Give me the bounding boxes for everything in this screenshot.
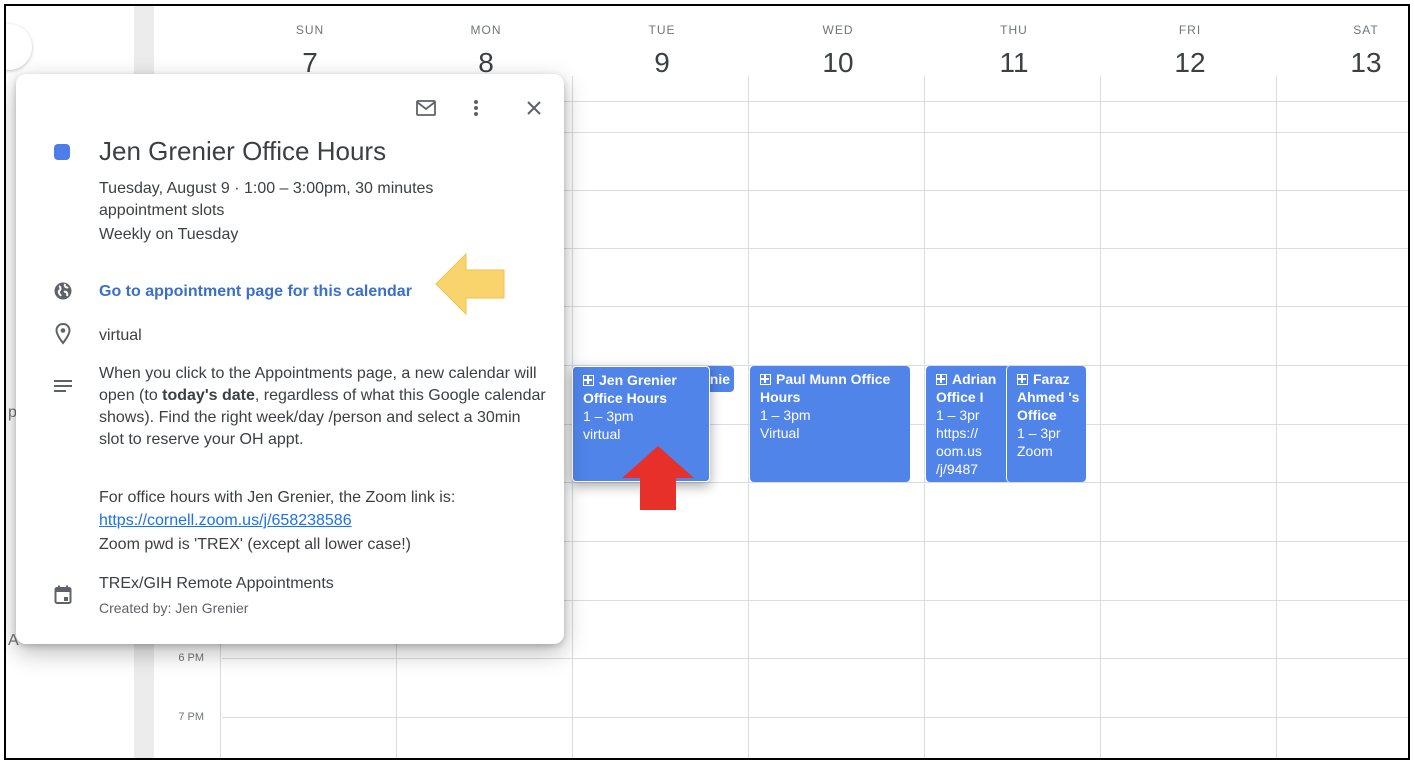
close-icon[interactable] [520,94,548,122]
calendar-name: TREx/GIH Remote Appointments [99,575,334,592]
event-recurrence: Weekly on Tuesday [99,226,239,243]
appointment-slot-icon [936,374,947,385]
yellow-arrow-annotation [435,252,505,316]
grid-column-line [1276,76,1277,758]
day-number[interactable]: 11 [926,47,1102,79]
day-name: WED [822,23,854,37]
event-time: 1 – 3pm [583,408,634,424]
zoom-password: Zoom pwd is 'TREX' (except all lower cas… [99,536,411,553]
grid-line [222,658,1408,659]
day-name: FRI [1178,23,1202,37]
time-label: 7 PM [178,711,204,723]
calendar-window: p A SUN 7 MON 8 TUE 9 WED 10 THU 11 FRI … [4,4,1410,760]
day-number[interactable]: 13 [1278,47,1408,79]
event-time: 1 – 3pr [936,407,980,423]
grid-column-line [1100,76,1101,758]
red-arrow-annotation [622,446,694,510]
grid-column-line [924,76,925,758]
zoom-intro: For office hours with Jen Grenier, the Z… [99,489,456,506]
appointment-slot-icon [583,375,594,386]
appointment-page-link[interactable]: Go to appointment page for this calendar [99,281,412,303]
day-name: THU [1000,23,1028,37]
day-name: SAT [1353,23,1379,37]
event-adrian-office-hours[interactable]: Adrian Office I 1 – 3pr https:// oom.us … [926,366,1010,482]
event-description: When you click to the Appointments page,… [99,363,549,451]
event-title: Jen Grenier Office Hours [583,372,677,406]
event-paul-munn-office-hours[interactable]: Paul Munn Office Hours 1 – 3pm Virtual [750,366,910,482]
event-location: virtual [99,327,142,344]
calendar-creator: Created by: Jen Grenier [99,600,249,616]
day-name: MON [470,23,502,37]
appointment-slot-icon [1017,374,1028,385]
event-faraz-ahmed-office-hours[interactable]: Faraz Ahmed 's Office 1 – 3pr Zoom [1006,366,1086,482]
grid-line [222,717,1408,718]
event-title: Jen Grenier Office Hours [99,136,387,166]
day-name: SUN [295,23,325,37]
day-header-tue[interactable]: TUE 9 [574,6,750,96]
appointment-slot-icon [760,374,771,385]
email-icon[interactable] [412,94,440,122]
event-time: 1 – 3pr [1017,425,1061,441]
location-pin-icon [52,322,74,346]
event-location: Virtual [760,425,800,441]
grid-column-line [748,76,749,758]
event-time: 1 – 3pm [760,407,811,423]
day-number[interactable]: 10 [750,47,926,79]
globe-icon [52,280,74,302]
description-bold: today's date [162,387,255,404]
event-date-time: Tuesday, August 9 · 1:00 – 3:00pm, 30 mi… [99,180,434,197]
description-icon [52,376,74,396]
event-title: Paul Munn Office Hours [760,371,891,405]
day-number[interactable]: 12 [1102,47,1278,79]
day-header-sat[interactable]: SAT 13 [1278,6,1408,96]
zoom-link[interactable]: https://cornell.zoom.us/j/658238586 [99,510,352,532]
event-location: https:// oom.us /j/9487 [936,425,982,477]
day-header-thu[interactable]: THU 11 [926,6,1102,96]
event-details-popup: Jen Grenier Office Hours Tuesday, August… [16,74,564,644]
calendar-icon [52,584,74,606]
time-label: 6 PM [178,652,204,664]
event-location: Zoom [1017,443,1053,459]
more-vert-icon[interactable] [462,94,490,122]
day-number[interactable]: 9 [574,47,750,79]
event-location: virtual [583,426,621,442]
day-header-fri[interactable]: FRI 12 [1102,6,1278,96]
calendar-color-swatch [54,144,70,160]
partial-button[interactable] [6,24,32,70]
day-header-wed[interactable]: WED 10 [750,6,926,96]
day-name: TUE [648,23,676,37]
event-date-time-cont: appointment slots [99,202,225,219]
